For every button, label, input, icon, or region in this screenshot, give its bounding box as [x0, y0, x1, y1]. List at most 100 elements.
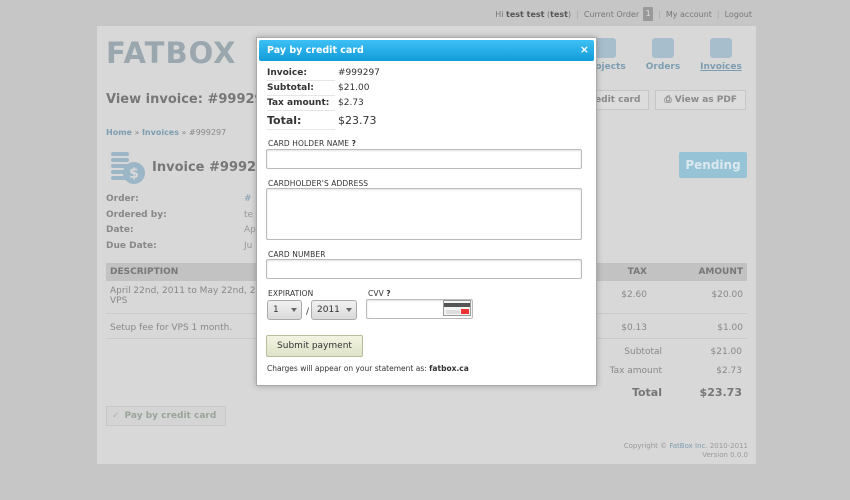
- header-tax: TAX: [627, 267, 647, 277]
- meta-value: Ju: [244, 240, 253, 251]
- orders-icon: [652, 38, 674, 58]
- subtotal-row: Subtotal $21.00: [582, 347, 742, 357]
- total-value: $23.73: [699, 386, 742, 399]
- nav-invoices-label: Invoices: [700, 62, 742, 72]
- cvv-label-text: CVV: [368, 289, 384, 298]
- statement-note-text: Charges will appear on your statement as…: [267, 364, 427, 373]
- exp-year-value: 2011: [317, 305, 340, 315]
- cart-count-badge[interactable]: 1: [643, 7, 654, 21]
- logout-link[interactable]: Logout: [725, 10, 752, 19]
- nav-orders[interactable]: Orders: [640, 38, 686, 72]
- help-icon[interactable]: ?: [352, 139, 356, 148]
- breadcrumb-home[interactable]: Home: [106, 128, 132, 137]
- holder-name-label-text: CARD HOLDER NAME: [268, 139, 350, 148]
- invoices-icon: [710, 38, 732, 58]
- chevron-down-icon: [346, 308, 352, 312]
- separator: |: [576, 9, 579, 19]
- current-order-link[interactable]: Current Order: [584, 10, 639, 19]
- copyright-prefix: Copyright ©: [623, 442, 668, 450]
- view-pdf-button[interactable]: ⎙ View as PDF: [655, 90, 746, 110]
- holder-name-label: CARD HOLDER NAME ?: [268, 139, 356, 148]
- dialog-title: Pay by credit card: [267, 45, 364, 56]
- tax-row: Tax amount $2.73: [582, 366, 742, 376]
- version: Version 0.0.0: [702, 451, 748, 459]
- check-icon: ✓: [112, 411, 120, 421]
- pay-by-card-button[interactable]: ✓ Pay by credit card: [106, 406, 227, 426]
- meta-key: Due Date:: [106, 240, 157, 251]
- expiration-label: EXPIRATION: [268, 289, 314, 298]
- summary-total-value: $23.73: [338, 114, 377, 127]
- meta-value: Ap: [244, 225, 256, 235]
- separator: |: [716, 9, 720, 19]
- holder-address-label: CARDHOLDER'S ADDRESS: [268, 179, 369, 188]
- page-title: View invoice: #999297: [106, 92, 273, 107]
- meta-key: Order:: [106, 194, 139, 204]
- cvv-field: [366, 299, 473, 319]
- holder-name-input[interactable]: [266, 149, 582, 169]
- pay-by-card-label: Pay by credit card: [124, 411, 217, 421]
- meta-key: Date:: [106, 225, 134, 235]
- help-icon[interactable]: ?: [386, 289, 390, 298]
- summary-tax-label: Tax amount:: [267, 96, 335, 111]
- breadcrumb-current: #999297: [188, 128, 227, 137]
- dialog-titlebar[interactable]: Pay by credit card ×: [259, 40, 594, 61]
- summary-row: Total: $23.73: [267, 111, 397, 130]
- user-name: test test: [506, 9, 545, 19]
- meta-order-link[interactable]: #: [244, 194, 252, 210]
- projects-icon: [594, 38, 616, 58]
- holder-address-input[interactable]: [266, 188, 582, 240]
- statement-note: Charges will appear on your statement as…: [267, 364, 469, 373]
- user-menu: Hi test test (test) | Current Order 1 | …: [495, 7, 752, 21]
- breadcrumb-invoices[interactable]: Invoices: [142, 128, 179, 137]
- chevron-down-icon: [291, 308, 297, 312]
- row-amount: $1.00: [717, 323, 743, 333]
- top-bar: Hi test test (test) | Current Order 1 | …: [0, 0, 850, 26]
- nav-invoices[interactable]: Invoices: [698, 38, 744, 72]
- meta-value: te: [244, 209, 254, 220]
- exp-month-select[interactable]: 1: [267, 300, 302, 320]
- my-account-link[interactable]: My account: [666, 10, 712, 19]
- summary-row: Subtotal: $21.00: [267, 81, 397, 96]
- user-id: test: [550, 9, 568, 19]
- pdf-icon: ⎙: [664, 95, 675, 105]
- total-row: Total $23.73: [582, 386, 742, 399]
- status-badge: Pending: [679, 152, 747, 178]
- cvv-label: CVV ?: [368, 289, 391, 298]
- logo-text-a: FATB: [106, 36, 189, 70]
- summary-total-label: Total:: [267, 111, 335, 130]
- exp-year-select[interactable]: 2011: [311, 300, 357, 320]
- summary-subtotal-value: $21.00: [338, 83, 370, 93]
- invoice-coins-icon: $: [111, 152, 145, 184]
- header-amount: AMOUNT: [698, 267, 743, 277]
- meta-key: Ordered by:: [106, 209, 167, 220]
- summary-subtotal-label: Subtotal:: [267, 81, 335, 96]
- row-tax: $0.13: [621, 323, 647, 333]
- row-amount: $20.00: [711, 290, 744, 300]
- summary-row: Invoice: #999297: [267, 66, 397, 81]
- copyright: Copyright © FatBox Inc. 2010-2011: [624, 442, 748, 451]
- credit-card-back-icon: [443, 300, 471, 316]
- row-tax: $2.60: [621, 290, 647, 300]
- svg-text:$: $: [129, 166, 139, 182]
- logo-text-b: OX: [188, 36, 237, 70]
- footer: Copyright © FatBox Inc. 2010-2011 Versio…: [624, 442, 748, 460]
- payment-summary: Invoice: #999297 Subtotal: $21.00 Tax am…: [267, 66, 397, 130]
- statement-name: fatbox.ca: [429, 364, 469, 373]
- card-number-label: CARD NUMBER: [268, 250, 326, 259]
- pay-by-card-dialog: Pay by credit card × Invoice: #999297 Su…: [256, 37, 597, 386]
- fatbox-logo[interactable]: FATBOX: [106, 36, 237, 70]
- submit-payment-button[interactable]: Submit payment: [266, 335, 363, 357]
- separator: |: [658, 9, 661, 19]
- subtotal-value: $21.00: [710, 347, 743, 357]
- summary-invoice-value: #999297: [338, 68, 380, 78]
- copyright-years: 2010-2011: [709, 442, 748, 450]
- close-icon[interactable]: ×: [580, 43, 589, 56]
- card-number-input[interactable]: [266, 259, 582, 279]
- total-label: Total: [631, 386, 662, 399]
- view-pdf-label: View as PDF: [674, 95, 737, 105]
- summary-invoice-label: Invoice:: [267, 66, 335, 81]
- breadcrumb: Home » Invoices » #999297: [106, 128, 227, 137]
- company-link[interactable]: FatBox Inc.: [669, 442, 707, 450]
- exp-month-value: 1: [273, 305, 279, 315]
- summary-row: Tax amount: $2.73: [267, 96, 397, 111]
